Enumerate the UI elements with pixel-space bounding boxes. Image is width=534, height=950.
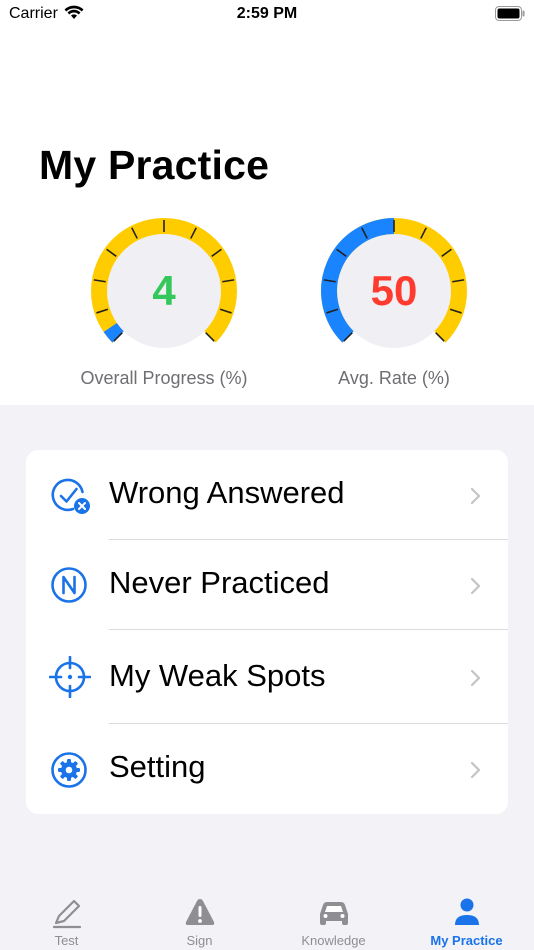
- overall-progress-caption: Overall Progress (%): [80, 368, 248, 388]
- never-practiced-icon: [51, 567, 87, 603]
- avg-rate-gauge: 50: [316, 213, 472, 369]
- menu-item-setting[interactable]: Setting: [26, 724, 508, 814]
- menu-item-label: My Weak Spots: [109, 658, 326, 693]
- menu-item-weak-spots[interactable]: My Weak Spots: [26, 630, 508, 724]
- chevron-right-icon: [470, 487, 481, 505]
- status-bar: Carrier 2:59 PM: [0, 0, 534, 30]
- avg-rate-caption: Avg. Rate (%): [338, 368, 450, 388]
- chevron-right-icon: [470, 761, 481, 779]
- menu-item-label: Setting: [109, 749, 206, 784]
- practice-menu-card: Wrong Answered Never Practiced My Weak S…: [26, 450, 508, 814]
- menu-item-wrong-answered[interactable]: Wrong Answered: [26, 450, 508, 540]
- chevron-right-icon: [470, 577, 481, 595]
- tab-sign[interactable]: Sign: [133, 880, 266, 950]
- avg-rate-value: 50: [370, 267, 418, 314]
- tab-label: Knowledge: [301, 933, 366, 948]
- status-time: 2:59 PM: [236, 5, 298, 22]
- menu-item-label: Wrong Answered: [109, 475, 345, 510]
- tab-knowledge[interactable]: Knowledge: [267, 880, 400, 950]
- tab-my-practice[interactable]: My Practice: [400, 880, 533, 950]
- page-title: My Practice: [39, 142, 270, 188]
- warning-icon: [185, 899, 214, 925]
- pencil-icon: [52, 899, 81, 929]
- crosshair-icon: [49, 656, 91, 698]
- overall-progress-value: 4: [152, 267, 176, 314]
- tab-label: Sign: [186, 933, 213, 948]
- tab-test[interactable]: Test: [0, 880, 133, 950]
- tab-label: My Practice: [430, 933, 503, 948]
- header-area: Carrier 2:59 PM My Practice 4 Overall Pr…: [0, 0, 534, 405]
- person-icon: [454, 898, 479, 925]
- car-icon: [319, 902, 348, 925]
- battery-icon: [495, 6, 525, 21]
- overall-progress-gauge: 4: [86, 213, 242, 369]
- tab-bar: Test Sign Knowledge My Practice: [0, 880, 534, 950]
- menu-item-label: Never Practiced: [109, 565, 330, 600]
- wrong-answered-icon: [51, 478, 90, 514]
- gear-icon: [51, 752, 87, 788]
- menu-item-never-practiced[interactable]: Never Practiced: [26, 540, 508, 630]
- chevron-right-icon: [470, 669, 481, 687]
- tab-label: Test: [54, 933, 79, 948]
